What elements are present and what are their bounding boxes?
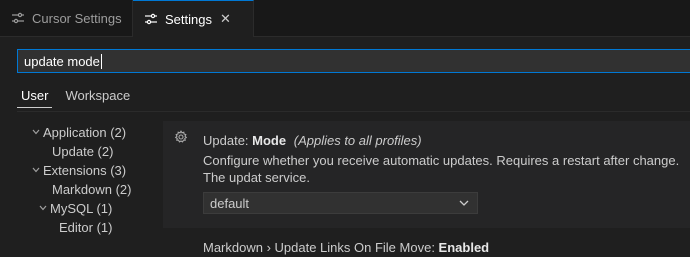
- toc-item-update[interactable]: Update (2): [52, 142, 113, 161]
- close-icon[interactable]: ✕: [220, 11, 231, 27]
- toc-label: Application (2): [43, 125, 127, 140]
- toc-item-application[interactable]: Application (2): [31, 123, 126, 142]
- select-value: default: [210, 195, 250, 211]
- toc-item-editor[interactable]: Editor (1): [59, 218, 112, 237]
- chevron-down-icon: [31, 125, 43, 144]
- tab-workspace[interactable]: Workspace: [61, 86, 134, 108]
- settings-search-input[interactable]: update mode: [17, 49, 690, 73]
- gear-icon[interactable]: [174, 130, 188, 144]
- setting-title: Markdown › Update Links On File Move: En…: [203, 240, 489, 255]
- tab-cursor-settings[interactable]: Cursor Settings: [0, 0, 133, 36]
- toc-label: MySQL (1): [50, 201, 113, 216]
- tab-label: Settings: [165, 11, 212, 27]
- tab-settings[interactable]: Settings ✕: [133, 0, 254, 37]
- setting-category: Markdown › Update Links On File Move:: [203, 240, 439, 255]
- toc-item-markdown[interactable]: Markdown (2): [52, 180, 131, 199]
- toc-item-mysql[interactable]: MySQL (1): [38, 199, 112, 218]
- search-value: update mode: [24, 53, 100, 69]
- toc-label: Extensions (3): [43, 163, 127, 178]
- update-mode-select[interactable]: default: [203, 192, 478, 214]
- setting-category: Update:: [203, 133, 253, 148]
- chevron-down-icon: [457, 196, 471, 210]
- toc-label: Editor (1): [59, 220, 113, 235]
- chevron-down-icon: [38, 201, 50, 220]
- setting-description: Configure whether you receive automatic …: [203, 153, 680, 185]
- editor-tab-bar: Cursor Settings Settings ✕: [0, 0, 690, 37]
- tab-label: Cursor Settings: [32, 10, 122, 26]
- scope-tabs: User Workspace: [17, 86, 143, 108]
- setting-title: Update: Mode (Applies to all profiles): [203, 133, 422, 148]
- chevron-down-icon: [31, 163, 43, 182]
- setting-scope-note: (Applies to all profiles): [293, 133, 422, 148]
- settings-lines-icon: [10, 10, 26, 26]
- toc-item-extensions[interactable]: Extensions (3): [31, 161, 126, 180]
- text-cursor: [100, 53, 102, 69]
- toc-label: Update (2): [52, 144, 114, 159]
- settings-lines-icon: [143, 11, 159, 27]
- divider: [17, 111, 690, 112]
- setting-name: Mode: [252, 133, 287, 148]
- tab-user[interactable]: User: [17, 86, 53, 108]
- setting-name: Enabled: [438, 240, 490, 255]
- toc-label: Markdown (2): [52, 182, 132, 197]
